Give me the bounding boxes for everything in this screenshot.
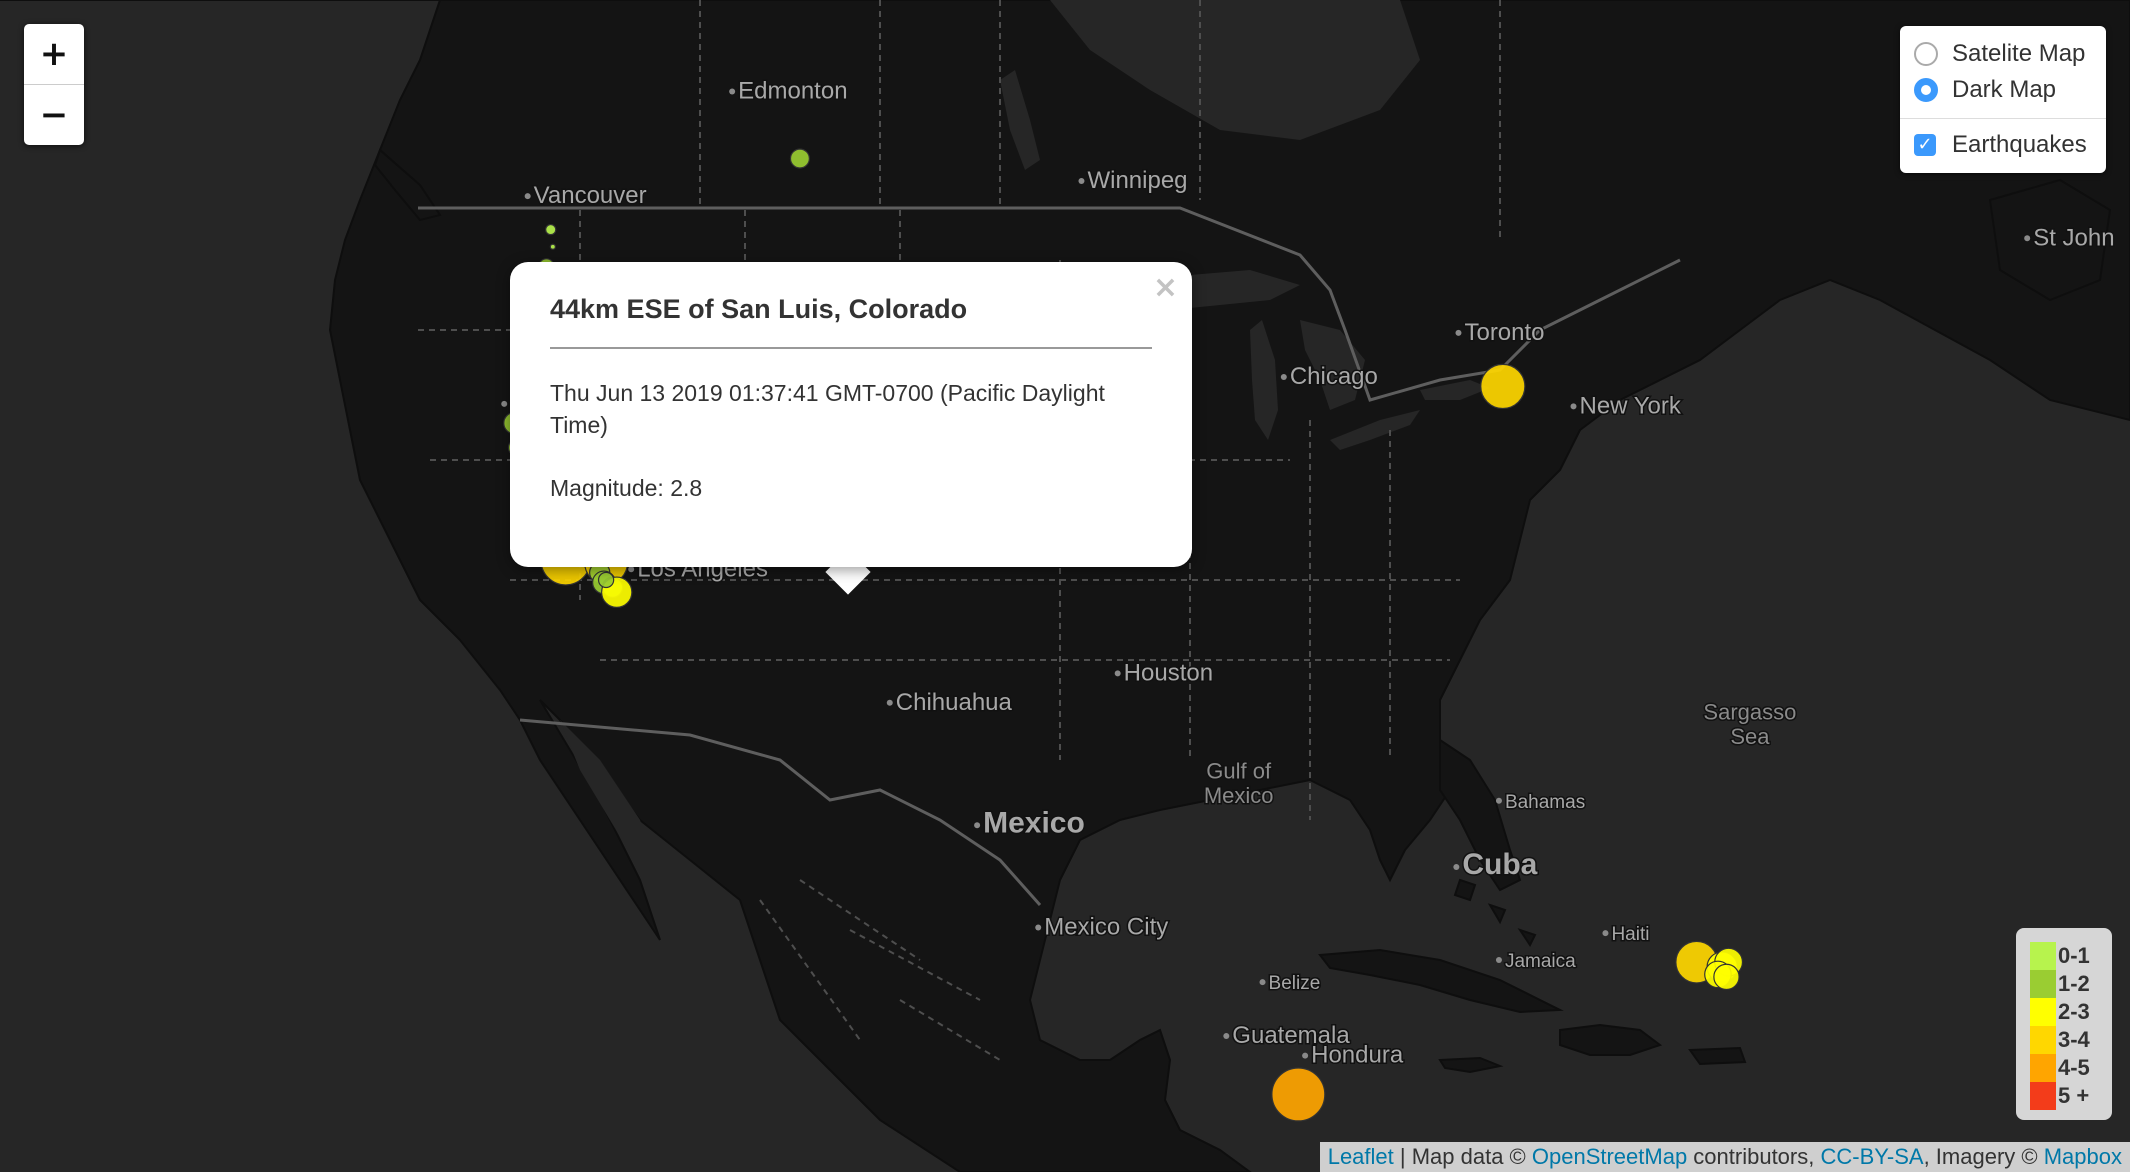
legend-item: 3-4 — [2030, 1026, 2098, 1054]
legend-label: 0-1 — [2058, 943, 2090, 968]
legend-label: 5 + — [2058, 1083, 2090, 1108]
city-label: Houston — [1124, 659, 1213, 686]
city-dot — [1035, 924, 1042, 931]
city-label: Toronto — [1464, 319, 1544, 346]
layer-label-earthquakes: Earthquakes — [1952, 131, 2087, 158]
city-label: Mexico — [1204, 783, 1274, 808]
legend-swatch — [2030, 1054, 2056, 1082]
legend-item: 1-2 — [2030, 970, 2098, 998]
city-dot — [628, 566, 635, 573]
city-dot — [2024, 235, 2031, 242]
city-dot — [1455, 329, 1462, 336]
layer-option-earthquakes[interactable]: ✓ Earthquakes — [1914, 127, 2092, 163]
legend-swatch — [2030, 998, 2056, 1026]
layer-separator — [1900, 118, 2106, 119]
city-dot — [1570, 403, 1577, 410]
leaflet-link[interactable]: Leaflet — [1328, 1144, 1394, 1169]
city-dot — [524, 193, 531, 200]
city-dot — [1223, 1033, 1230, 1039]
city-dot — [1259, 979, 1266, 986]
city-dot — [1114, 670, 1121, 677]
close-icon[interactable]: × — [1153, 270, 1178, 305]
dark-radio[interactable] — [1914, 78, 1938, 102]
legend-label: 2-3 — [2058, 999, 2090, 1024]
city-dot — [1280, 373, 1287, 380]
attribution-text: | Map data © — [1393, 1144, 1532, 1169]
city-label: Jamaica — [1505, 951, 1576, 972]
city-dot — [1302, 1052, 1309, 1059]
city-dot — [729, 88, 736, 95]
zoom-out-button[interactable]: − — [24, 84, 84, 145]
dark-basemap[interactable]: EdmontonWinnipegVancouverSt JohnEurekaSa… — [0, 0, 2130, 1172]
legend-swatch — [2030, 970, 2056, 998]
legend-swatch — [2030, 942, 2056, 970]
osm-link[interactable]: OpenStreetMap — [1532, 1144, 1687, 1169]
legend-item: 5 + — [2030, 1082, 2098, 1110]
legend-label: 1-2 — [2058, 971, 2090, 996]
attribution-text: contributors, — [1687, 1144, 1821, 1169]
earthquake-marker[interactable] — [1271, 1067, 1326, 1122]
city-label: Sea — [1730, 724, 1770, 749]
popup-time: Thu Jun 13 2019 01:37:41 GMT-0700 (Pacif… — [550, 380, 1105, 438]
layer-control: Satelite Map Dark Map ✓ Earthquakes — [1900, 26, 2106, 173]
popup-divider — [550, 347, 1152, 349]
city-label: Cuba — [1462, 848, 1537, 881]
legend-item: 2-3 — [2030, 998, 2098, 1026]
legend-label: 3-4 — [2058, 1027, 2090, 1052]
earthquake-marker[interactable] — [597, 571, 615, 589]
popup-title: 44km ESE of San Luis, Colorado — [550, 294, 968, 324]
city-label: Mexico City — [1044, 913, 1168, 940]
legend-swatch — [2030, 1026, 2056, 1054]
city-dot — [886, 699, 893, 706]
zoom-control: + − — [24, 24, 84, 145]
city-dot — [1602, 930, 1609, 937]
puerto-rico — [1688, 1046, 1747, 1066]
city-label: Vancouver — [534, 182, 647, 209]
city-label: Gulf of — [1206, 758, 1272, 783]
city-dot — [1078, 177, 1085, 184]
city-label: Winnipeg — [1087, 167, 1187, 194]
check-icon[interactable]: ✓ — [1914, 134, 1936, 156]
city-dot — [974, 822, 981, 829]
legend-item: 4-5 — [2030, 1054, 2098, 1082]
city-dot — [1495, 797, 1502, 804]
city-label: Mexico — [983, 806, 1085, 839]
city-dot — [1495, 957, 1502, 964]
earthquake-marker[interactable] — [1480, 363, 1526, 410]
city-label: Edmonton — [738, 78, 847, 105]
magnitude-legend: 0-1 1-2 2-3 3-4 4-5 5 + — [2016, 928, 2112, 1120]
city-label: New York — [1580, 392, 1682, 419]
zoom-in-button[interactable]: + — [24, 24, 84, 84]
city-label: Bahamas — [1505, 792, 1585, 813]
city-label: Haiti — [1611, 924, 1649, 945]
layer-label-satellite: Satelite Map — [1952, 40, 2086, 67]
legend-swatch — [2030, 1082, 2056, 1110]
earthquake-marker[interactable] — [545, 223, 557, 236]
legend-item: 0-1 — [2030, 942, 2098, 970]
popup-magnitude: Magnitude: 2.8 — [550, 475, 703, 501]
earthquake-marker[interactable] — [789, 148, 810, 169]
layer-label-dark: Dark Map — [1952, 76, 2057, 103]
attribution-text: , Imagery © — [1923, 1144, 2044, 1169]
layer-option-dark[interactable]: Dark Map — [1914, 72, 2092, 108]
earthquake-marker[interactable] — [1713, 963, 1740, 991]
city-label: Sargasso — [1703, 700, 1796, 725]
layer-option-satellite[interactable]: Satelite Map — [1914, 36, 2092, 72]
legend-label: 4-5 — [2058, 1055, 2090, 1080]
city-label: Hondura — [1311, 1042, 1404, 1069]
city-dot — [501, 400, 508, 407]
attribution-bar: Leaflet | Map data © OpenStreetMap contr… — [1319, 1142, 2130, 1172]
satellite-radio[interactable] — [1914, 42, 1938, 66]
city-dot — [1453, 863, 1460, 870]
city-label: St John — [2033, 224, 2114, 251]
earthquake-marker[interactable] — [549, 243, 556, 250]
earthquake-popup: × 44km ESE of San Luis, Colorado Thu Jun… — [510, 262, 1192, 567]
map-canvas[interactable]: EdmontonWinnipegVancouverSt JohnEurekaSa… — [0, 0, 2130, 1172]
city-label: Chicago — [1290, 363, 1378, 390]
license-link[interactable]: CC-BY-SA — [1820, 1144, 1923, 1169]
city-label: Chihuahua — [896, 689, 1013, 716]
mapbox-link[interactable]: Mapbox — [2044, 1144, 2122, 1169]
city-label: Belize — [1269, 973, 1321, 994]
